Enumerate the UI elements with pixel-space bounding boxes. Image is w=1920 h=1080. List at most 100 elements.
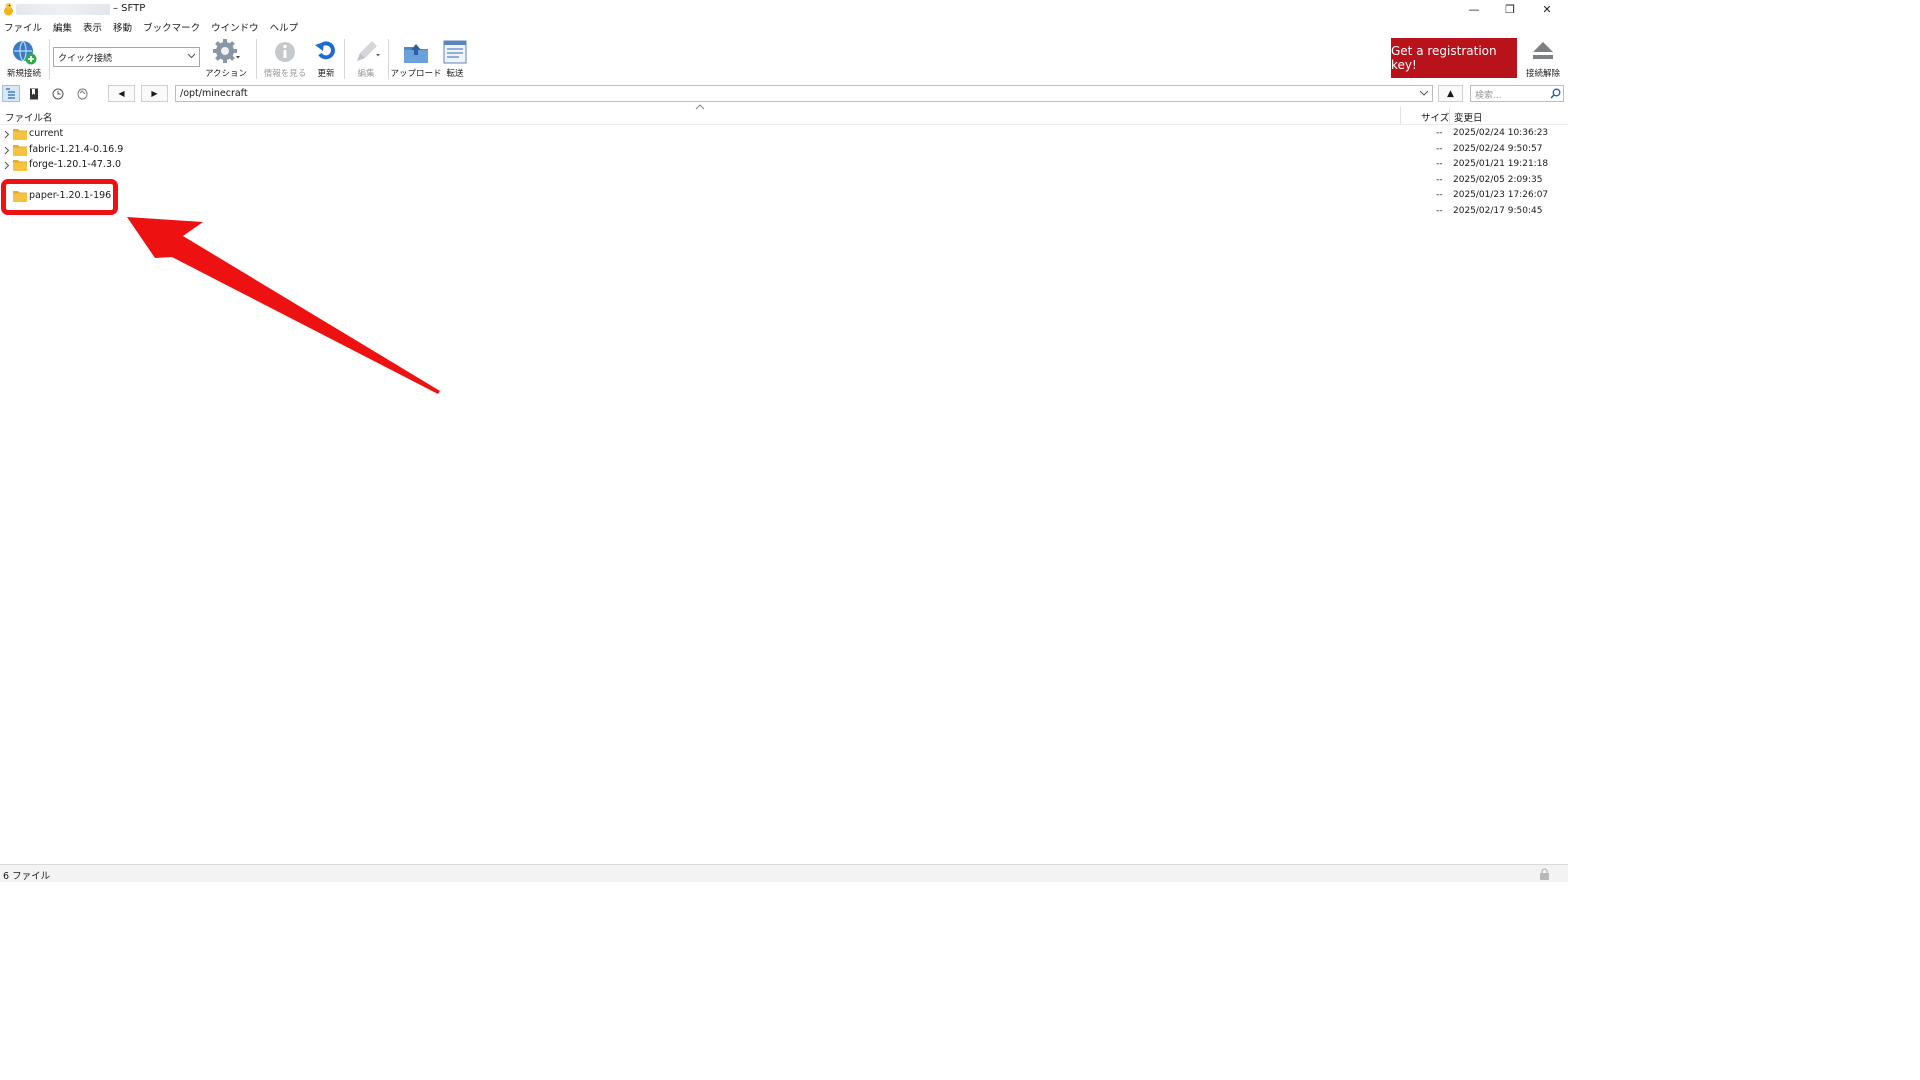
file-modified: 2025/02/17 9:50:45	[1453, 206, 1543, 216]
edit-button[interactable]: 編集	[348, 38, 384, 80]
upload-folder-icon	[404, 44, 428, 63]
column-header-modified[interactable]: 変更日	[1454, 110, 1483, 124]
menu-bookmark[interactable]: ブックマーク	[143, 20, 200, 34]
bookmark-icon	[30, 88, 38, 99]
bonjour-icon	[76, 87, 88, 100]
file-size: --	[1436, 175, 1443, 185]
title-bar: – SFTP — ❐ ✕	[0, 0, 1568, 19]
quick-connect-select[interactable]: クイック接続	[53, 47, 200, 67]
disconnect-label: 接続解除	[1525, 69, 1560, 79]
search-icon	[1550, 88, 1561, 99]
file-modified: 2025/02/24 9:50:57	[1453, 144, 1543, 154]
menu-go[interactable]: 移動	[113, 20, 132, 34]
history-icon	[52, 88, 64, 99]
toolbar-divider	[49, 39, 50, 79]
action-button[interactable]: アクション	[204, 38, 248, 80]
navigation-bar: ◀ ▶ /opt/minecraft ▲ 検索...	[0, 83, 1568, 104]
info-icon	[275, 42, 295, 62]
upload-label: アップロード	[390, 69, 442, 79]
forward-button[interactable]: ▶	[141, 85, 168, 102]
back-button[interactable]: ◀	[108, 85, 135, 102]
quick-connect-value: クイック接続	[58, 54, 113, 64]
minimize-button[interactable]: —	[1456, 0, 1492, 19]
menu-help[interactable]: ヘルプ	[270, 20, 299, 34]
chevron-down-icon	[187, 53, 196, 59]
folder-icon	[13, 129, 27, 140]
browser-view-button[interactable]	[2, 85, 20, 102]
window-title-redacted	[16, 4, 110, 15]
action-label: アクション	[204, 69, 248, 79]
toolbar: 新規接続 クイック接続 アクション 情報を見る 更新 編集 アップロード 転送 …	[0, 35, 1568, 83]
close-button[interactable]: ✕	[1529, 0, 1565, 19]
table-row[interactable]: forge-1.20.1-47.3.0 -- 2025/01/21 19:21:…	[0, 158, 1568, 173]
parent-folder-button[interactable]: ▲	[1438, 85, 1463, 102]
file-size: --	[1436, 128, 1443, 138]
annotation-highlight-box	[1, 179, 118, 215]
bonjour-view-button[interactable]	[73, 85, 91, 102]
search-placeholder: 検索...	[1475, 91, 1502, 101]
file-size: --	[1436, 206, 1443, 216]
file-modified: 2025/01/23 17:26:07	[1453, 190, 1549, 200]
chevron-down-icon	[1419, 90, 1429, 96]
file-name: fabric-1.21.4-0.16.9	[29, 144, 124, 155]
file-name: current	[29, 128, 64, 139]
edit-label: 編集	[357, 69, 375, 79]
restore-button[interactable]: ❐	[1492, 0, 1528, 19]
column-divider[interactable]	[1400, 107, 1401, 124]
get-info-label: 情報を見る	[263, 69, 307, 79]
chevron-right-icon[interactable]	[3, 130, 10, 139]
search-input[interactable]: 検索...	[1470, 85, 1564, 102]
app-icon	[4, 3, 13, 16]
toolbar-divider	[344, 39, 345, 79]
file-modified: 2025/02/05 2:09:35	[1453, 175, 1543, 185]
refresh-button[interactable]: 更新	[312, 38, 340, 80]
column-header-size[interactable]: サイズ	[1421, 110, 1449, 124]
file-modified: 2025/02/24 10:36:23	[1453, 128, 1549, 138]
chevron-right-icon[interactable]	[3, 146, 10, 155]
file-count: 6 ファイル	[3, 871, 51, 882]
history-view-button[interactable]	[49, 85, 67, 102]
new-connection-button[interactable]: 新規接続	[3, 38, 45, 80]
file-size: --	[1436, 190, 1443, 200]
upload-button[interactable]: アップロード	[391, 38, 442, 80]
bookmarks-view-button[interactable]	[25, 85, 43, 102]
refresh-label: 更新	[317, 69, 335, 79]
table-row[interactable]: paper-1.20.1-196 -- 2025/01/23 17:26:07	[0, 189, 1568, 204]
column-divider[interactable]	[1449, 107, 1450, 124]
table-row[interactable]: -- 2025/02/05 2:09:35	[0, 174, 1568, 189]
toolbar-divider	[256, 39, 257, 79]
path-value: /opt/minecraft	[180, 88, 248, 99]
table-row[interactable]: -- 2025/02/17 9:50:45	[0, 205, 1568, 220]
menu-bar: ファイル 編集 表示 移動 ブックマーク ウインドウ ヘルプ	[0, 19, 1568, 35]
status-bar: 6 ファイル	[0, 864, 1568, 882]
new-connection-label: 新規接続	[6, 69, 41, 79]
get-info-button[interactable]: 情報を見る	[262, 38, 308, 80]
refresh-icon	[315, 41, 335, 60]
file-size: --	[1436, 144, 1443, 154]
menu-view[interactable]: 表示	[83, 20, 102, 34]
edit-pencil-icon	[357, 41, 380, 61]
menu-edit[interactable]: 編集	[53, 20, 72, 34]
file-modified: 2025/01/21 19:21:18	[1453, 159, 1549, 169]
folder-icon	[13, 145, 27, 156]
column-header-filename[interactable]: ファイル名	[5, 110, 53, 124]
file-size: --	[1436, 159, 1443, 169]
table-row[interactable]: fabric-1.21.4-0.16.9 -- 2025/02/24 9:50:…	[0, 143, 1568, 158]
menu-window[interactable]: ウインドウ	[211, 20, 259, 34]
disconnect-button[interactable]: 接続解除	[1522, 38, 1564, 80]
column-header-row: ファイル名 サイズ 変更日	[0, 107, 1568, 125]
transfer-queue-icon	[443, 40, 467, 64]
browser-view-icon	[6, 88, 15, 99]
folder-icon	[13, 160, 27, 171]
transfer-label: 転送	[446, 69, 464, 79]
table-row[interactable]: current -- 2025/02/24 10:36:23	[0, 127, 1568, 142]
menu-file[interactable]: ファイル	[4, 20, 42, 34]
path-select[interactable]: /opt/minecraft	[175, 85, 1433, 102]
eject-icon	[1533, 42, 1553, 59]
transfer-button[interactable]: 転送	[443, 38, 467, 80]
annotation-arrow-shape	[127, 217, 440, 394]
registration-key-button[interactable]: Get a registration key!	[1391, 38, 1517, 78]
chevron-right-icon[interactable]	[3, 161, 10, 170]
gear-icon	[213, 39, 240, 63]
window-title: – SFTP	[113, 3, 146, 14]
